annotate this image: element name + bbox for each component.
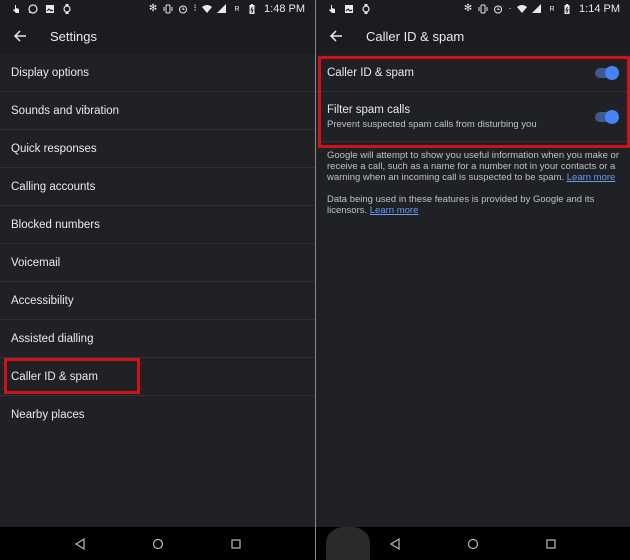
highlight-annotation (318, 56, 630, 148)
settings-item-quick-responses[interactable]: Quick responses (0, 130, 315, 168)
redaction-blob (326, 527, 370, 560)
clock: 1:48 PM (264, 3, 305, 15)
settings-item-display-options[interactable]: Display options (0, 54, 315, 92)
learn-more-link[interactable]: Learn more (567, 172, 616, 183)
signal-icon (217, 4, 227, 15)
status-bar: ✻ · R 1:14 PM (316, 0, 630, 18)
status-bar: ✻ ⁝ R 1:48 PM (0, 0, 315, 18)
navigation-bar (0, 527, 315, 560)
info-paragraph: Google will attempt to show you useful i… (327, 150, 620, 183)
bluetooth-icon: ✻ (148, 3, 158, 14)
app-bar: Caller ID & spam (316, 18, 630, 54)
settings-item-accessibility[interactable]: Accessibility (0, 282, 315, 320)
image-icon (45, 4, 55, 15)
touch-icon (11, 4, 21, 15)
highlight-annotation (4, 358, 140, 394)
recents-nav-icon (546, 538, 556, 549)
signal-icon (532, 4, 542, 15)
settings-item-assisted-dialling[interactable]: Assisted dialling (0, 320, 315, 358)
back-button[interactable] (318, 18, 354, 54)
wifi-icon (517, 4, 528, 15)
image-icon (344, 4, 354, 15)
home-nav-icon (152, 538, 163, 549)
whatsapp-icon (28, 4, 38, 15)
touch-icon (327, 4, 337, 15)
recents-nav-icon (230, 538, 241, 549)
vibrate-icon (478, 4, 488, 15)
battery-charging-icon (562, 4, 572, 15)
back-button[interactable] (2, 18, 38, 54)
clock: 1:14 PM (579, 3, 620, 15)
nav-back-button[interactable] (41, 527, 119, 560)
settings-item-voicemail[interactable]: Voicemail (0, 244, 315, 282)
bluetooth-icon: ✻ (463, 3, 473, 14)
alarm-icon (493, 4, 503, 15)
data-arrows-icon: ⁝ (193, 3, 197, 14)
back-nav-icon (389, 537, 400, 550)
nav-home-button[interactable] (119, 527, 197, 560)
settings-item-blocked-numbers[interactable]: Blocked numbers (0, 206, 315, 244)
nav-recents-button[interactable] (512, 527, 590, 560)
roaming-icon: R (549, 5, 555, 13)
page-title: Settings (50, 28, 97, 44)
info-paragraph: Data being used in these features is pro… (327, 194, 595, 216)
arrow-left-icon (329, 30, 342, 42)
battery-charging-icon (247, 4, 257, 15)
alarm-icon (178, 4, 188, 15)
app-bar: Settings (0, 18, 315, 54)
vibrate-icon (163, 4, 173, 15)
settings-item-calling-accounts[interactable]: Calling accounts (0, 168, 315, 206)
watch-icon (361, 4, 371, 15)
watch-icon (62, 4, 72, 15)
roaming-icon: R (234, 5, 240, 13)
learn-more-link[interactable]: Learn more (370, 205, 419, 216)
page-title: Caller ID & spam (366, 28, 465, 44)
nav-home-button[interactable] (434, 527, 512, 560)
info-section: Google will attempt to show you useful i… (316, 142, 630, 216)
arrow-left-icon (13, 30, 26, 42)
settings-item-sounds-vibration[interactable]: Sounds and vibration (0, 92, 315, 130)
settings-screen: ✻ ⁝ R 1:48 PM Settings Display options S… (0, 0, 315, 560)
data-arrows-icon: · (508, 3, 512, 14)
caller-id-spam-screen: ✻ · R 1:14 PM Caller ID & spam Caller ID… (316, 0, 630, 560)
settings-item-nearby-places[interactable]: Nearby places (0, 396, 315, 434)
home-nav-icon (467, 538, 479, 549)
back-nav-icon (74, 537, 85, 550)
wifi-icon (202, 4, 213, 15)
nav-recents-button[interactable] (197, 527, 275, 560)
